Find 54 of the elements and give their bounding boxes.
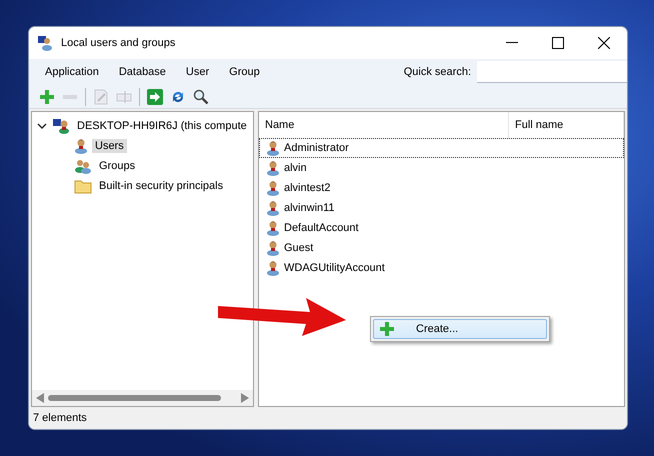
rename-field-icon: [116, 90, 132, 102]
horizontal-scrollbar[interactable]: [32, 390, 253, 406]
search-icon: [193, 88, 209, 104]
plus-icon: [380, 322, 394, 336]
window-title: Local users and groups: [61, 37, 176, 49]
menu-item[interactable]: Create...: [373, 319, 547, 339]
list-row[interactable]: Administrator: [259, 138, 624, 158]
minimize-icon: [506, 42, 518, 44]
list-row[interactable]: Guest: [259, 238, 624, 258]
menu-item[interactable]: Application: [35, 66, 109, 78]
document-edit-icon: [94, 88, 108, 104]
folder-icon: [74, 178, 92, 194]
plus-icon: [40, 90, 54, 104]
scroll-left-icon[interactable]: [36, 393, 44, 403]
list-row[interactable]: WDAGUtilityAccount: [259, 258, 624, 278]
user-icon: [266, 220, 280, 236]
user-name: Guest: [284, 242, 314, 254]
user-name: alvin: [284, 162, 307, 174]
search-label: Quick search:: [404, 66, 471, 78]
user-name: alvintest2: [284, 182, 330, 194]
tree-item[interactable]: DESKTOP-HH9IR6J (this compute: [74, 119, 250, 133]
user-name: Administrator: [284, 142, 349, 154]
list-row[interactable]: DefaultAccount: [259, 218, 624, 238]
user-icon: [266, 240, 280, 256]
user-name: DefaultAccount: [284, 222, 359, 234]
tree-item[interactable]: Groups: [96, 159, 138, 173]
menu-item[interactable]: User: [176, 66, 220, 78]
user-name: alvinwin11: [284, 202, 335, 214]
arrow-box-icon: [147, 88, 163, 104]
menu-item[interactable]: Group: [219, 66, 270, 78]
list-row[interactable]: alvin: [259, 158, 624, 178]
tree-item[interactable]: Users: [92, 139, 127, 153]
close-icon: [598, 37, 610, 49]
menu-item[interactable]: Database: [108, 66, 176, 78]
list-row[interactable]: alvinwin11: [259, 198, 624, 218]
user-icon: [74, 138, 88, 154]
status-text: 7 elements: [33, 412, 87, 424]
user-icon: [266, 160, 280, 176]
user-icon: [266, 140, 280, 156]
user-icon: [266, 260, 280, 276]
scroll-right-icon[interactable]: [241, 393, 249, 403]
list-row[interactable]: alvintest2: [259, 178, 624, 198]
column-header[interactable]: Name: [259, 112, 509, 138]
maximize-icon: [552, 37, 564, 49]
tree-item[interactable]: Built-in security principals: [96, 179, 226, 193]
group-icon: [74, 158, 92, 174]
computer-user-icon: [52, 118, 70, 134]
user-icon: [266, 200, 280, 216]
users-app-icon: [37, 35, 53, 51]
search-field[interactable]: [477, 61, 627, 83]
user-name: WDAGUtilityAccount: [284, 262, 385, 274]
column-header[interactable]: Full name: [509, 112, 624, 138]
toolbar-button[interactable]: [145, 86, 165, 106]
user-icon: [266, 180, 280, 196]
